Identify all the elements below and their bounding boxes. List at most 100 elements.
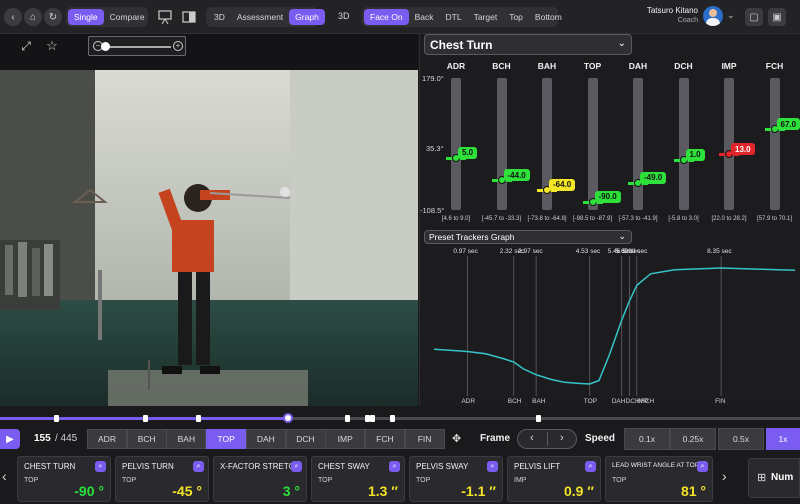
chevron-down-icon: ⌄	[617, 38, 626, 49]
3d-label: 3D	[338, 11, 350, 21]
home-icon[interactable]: ⌂	[24, 8, 42, 26]
gauge-value-adr: 5.0	[458, 146, 478, 159]
bookmark-star-icon[interactable]: ☆	[42, 38, 62, 54]
metric-value: 81 °	[680, 483, 706, 499]
gauge-range-bch: [-45.7 to -33.3]	[481, 216, 522, 222]
swing-video-frame[interactable]	[0, 70, 418, 406]
timeline-event-marker[interactable]	[390, 415, 395, 422]
metric-card[interactable]: PELVIS TURN ⌕ TOP -45 °	[115, 456, 209, 502]
search-icon[interactable]: ⌕	[697, 461, 708, 472]
tab-3d[interactable]: 3D	[208, 9, 231, 25]
zoom-slider-track[interactable]	[107, 46, 171, 48]
tab-dtl[interactable]: DTL	[440, 9, 468, 25]
metric-card[interactable]: PELVIS LIFT ⌕ IMP 0.9 ″	[507, 456, 601, 502]
gauge-range-top: [-98.5 to -87.9]	[572, 216, 613, 222]
timeline-event-marker[interactable]	[536, 415, 541, 422]
metric-dropdown[interactable]: Chest Turn ⌄	[424, 34, 632, 55]
timeline-event-marker[interactable]	[370, 415, 375, 422]
play-icon[interactable]: ▶	[0, 429, 20, 449]
gauge-range-imp: [22.0 to 28.2]	[711, 216, 747, 222]
time-label: 4.53 sec	[575, 248, 601, 255]
metric-card[interactable]: X-FACTOR STRETCH ⌕ 3 °	[213, 456, 307, 502]
tracker-dropdown[interactable]: Preset Trackers Graph ⌄	[424, 230, 632, 244]
gauge-bar-fch	[769, 78, 780, 210]
event-button-bch[interactable]: BCH	[126, 429, 167, 449]
speed-button-0_25x[interactable]: 0.25x	[670, 428, 716, 450]
time-label: 5.90 sec	[622, 248, 648, 255]
tab-bottom[interactable]: Bottom	[529, 9, 568, 25]
presentation-icon[interactable]	[156, 8, 174, 26]
event-button-fch[interactable]: FCH	[364, 429, 405, 449]
timeline[interactable]	[0, 406, 800, 426]
search-icon[interactable]: ⌕	[291, 461, 302, 472]
search-icon[interactable]: ⌕	[193, 461, 204, 472]
search-icon[interactable]: ⌕	[389, 461, 400, 472]
move-icon[interactable]: ✥	[452, 432, 468, 446]
timeline-event-marker[interactable]	[345, 415, 350, 422]
gauge-value-fch: 67.0	[776, 118, 800, 131]
gauge-range-fch: [57.9 to 70.1]	[756, 216, 793, 222]
num-button[interactable]: ⊞ Num	[748, 458, 800, 498]
tab-target[interactable]: Target	[468, 9, 504, 25]
back-icon[interactable]: ‹	[4, 8, 22, 26]
window-icon[interactable]: ▢	[745, 8, 763, 26]
metric-value: -45 °	[172, 483, 202, 499]
metric-card[interactable]: PELVIS SWAY ⌕ TOP -1.1 ″	[409, 456, 503, 502]
tab-graph[interactable]: Graph	[289, 9, 325, 25]
event-button-top[interactable]: TOP	[206, 429, 247, 449]
event-button-dch[interactable]: DCH	[285, 429, 326, 449]
timeline-event-marker[interactable]	[196, 415, 201, 422]
next-frame-icon[interactable]: ›	[560, 432, 564, 444]
gauge-value-imp: 13.0	[731, 143, 755, 156]
search-icon[interactable]: ⌕	[95, 461, 106, 472]
chevron-right-icon[interactable]: ›	[722, 468, 727, 484]
avatar[interactable]	[703, 6, 723, 26]
tab-compare[interactable]: Compare	[104, 9, 151, 25]
window-icon-2[interactable]: ▣	[768, 8, 786, 26]
gauge-value-bah: -64.0	[549, 178, 576, 191]
event-button-bah[interactable]: BAH	[166, 429, 207, 449]
tab-assessment[interactable]: Assessment	[231, 9, 289, 25]
speed-button-0_5x[interactable]: 0.5x	[718, 428, 764, 450]
playback-controls: ▶ 155 / 445 ADR BCH BAH TOP DAH DCH IMP FCH FIN …	[0, 426, 800, 452]
fullscreen-icon[interactable]: ⤢	[16, 39, 36, 55]
speed-button-0_1x[interactable]: 0.1x	[624, 428, 670, 450]
search-icon[interactable]: ⌕	[585, 461, 596, 472]
metric-card[interactable]: CHEST TURN ⌕ TOP -90 °	[17, 456, 111, 502]
stepper-divider	[547, 432, 548, 446]
event-button-fin[interactable]: FIN	[404, 429, 445, 449]
tab-face-on[interactable]: Face On	[364, 9, 409, 25]
split-view-icon[interactable]	[180, 8, 198, 26]
gauge-value-dch: 1.0	[685, 148, 705, 161]
chevron-down-icon[interactable]: ⌄	[727, 10, 735, 21]
tab-single[interactable]: Single	[68, 9, 104, 25]
metric-card[interactable]: CHEST SWAY ⌕ TOP 1.3 ″	[311, 456, 405, 502]
event-button-dah[interactable]: DAH	[245, 429, 286, 449]
metric-event: TOP	[612, 477, 627, 484]
search-icon[interactable]: ⌕	[487, 461, 498, 472]
prev-frame-icon[interactable]: ‹	[530, 432, 534, 444]
zoom-slider-handle[interactable]	[101, 42, 110, 51]
event-button-imp[interactable]: IMP	[325, 429, 366, 449]
gauge-bar-dch	[678, 78, 689, 210]
timeline-event-marker[interactable]	[143, 415, 148, 422]
event-axis-label-fin: FIN	[715, 398, 726, 405]
metric-value: -90 °	[74, 483, 104, 499]
num-button-label: Num	[771, 472, 794, 483]
tab-top[interactable]: Top	[503, 9, 529, 25]
timeline-playhead[interactable]	[283, 413, 293, 423]
gauge-label-imp: IMP	[721, 61, 737, 71]
timeline-event-marker[interactable]	[54, 415, 59, 422]
tracker-line-chart: ADR BCH BAH TOP DAH DCHIMP FINFCH	[433, 256, 796, 405]
chevron-left-icon[interactable]: ‹	[2, 468, 7, 484]
tracker-dropdown-label: Preset Trackers Graph	[429, 232, 515, 242]
speed-button-1x[interactable]: 1x	[766, 428, 800, 450]
refresh-icon[interactable]: ↻	[44, 8, 62, 26]
zoom-in-icon[interactable]: +	[173, 41, 183, 51]
event-button-adr[interactable]: ADR	[87, 429, 127, 449]
metric-card[interactable]: LEAD WRIST ANGLE AT TOP ⌕ TOP 81 °	[605, 456, 713, 502]
event-axis-label-adr: ADR	[461, 398, 475, 405]
tab-back[interactable]: Back	[409, 9, 440, 25]
chevron-down-icon: ⌄	[618, 231, 626, 241]
metric-dropdown-label: Chest Turn	[430, 38, 493, 52]
